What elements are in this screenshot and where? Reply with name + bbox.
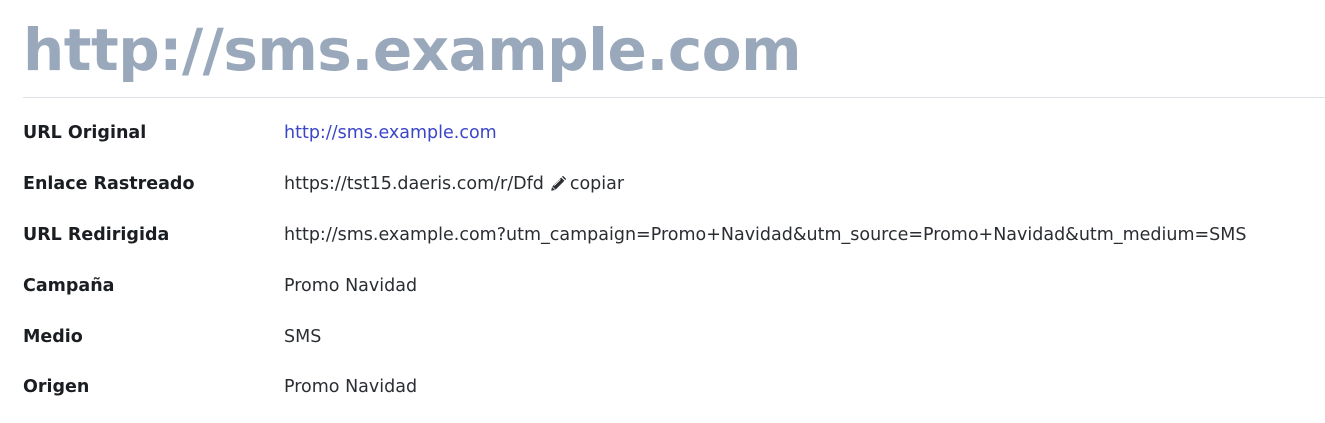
source-value: Promo Navidad (284, 377, 418, 398)
campaign-row: Campaña Promo Navidad (23, 260, 1325, 311)
original-url-value-cell: http://sms.example.com (284, 123, 497, 143)
original-url-label: URL Original (23, 123, 147, 144)
tracked-link-row: Enlace Rastreado https://tst15.daeris.co… (23, 159, 1325, 210)
redirected-url-value: http://sms.example.com?utm_campaign=Prom… (284, 224, 1247, 245)
copy-link-button[interactable]: copiar (570, 174, 624, 194)
medium-value: SMS (284, 326, 322, 347)
pencil-icon[interactable] (550, 176, 566, 192)
campaign-label: Campaña (23, 275, 115, 296)
title-divider (23, 97, 1325, 98)
link-details-list: URL Original http://sms.example.com Enla… (23, 108, 1325, 413)
medium-label: Medio (23, 326, 83, 347)
tracked-link-value: https://tst15.daeris.com/r/Dfd (284, 174, 544, 195)
redirected-url-label: URL Redirigida (23, 224, 170, 245)
redirected-url-row: URL Redirigida http://sms.example.com?ut… (23, 210, 1325, 261)
medium-row: Medio SMS (23, 311, 1325, 362)
original-url-link[interactable]: http://sms.example.com (284, 123, 497, 143)
source-row: Origen Promo Navidad (23, 362, 1325, 413)
source-label: Origen (23, 377, 90, 398)
tracked-link-label: Enlace Rastreado (23, 174, 195, 195)
campaign-value: Promo Navidad (284, 275, 418, 296)
original-url-row: URL Original http://sms.example.com (23, 108, 1325, 159)
tracked-link-value-cell: https://tst15.daeris.com/r/Dfd copiar (284, 174, 624, 194)
page-title: http://sms.example.com (23, 16, 802, 84)
link-details-page: http://sms.example.com URL Original http… (0, 0, 1325, 423)
